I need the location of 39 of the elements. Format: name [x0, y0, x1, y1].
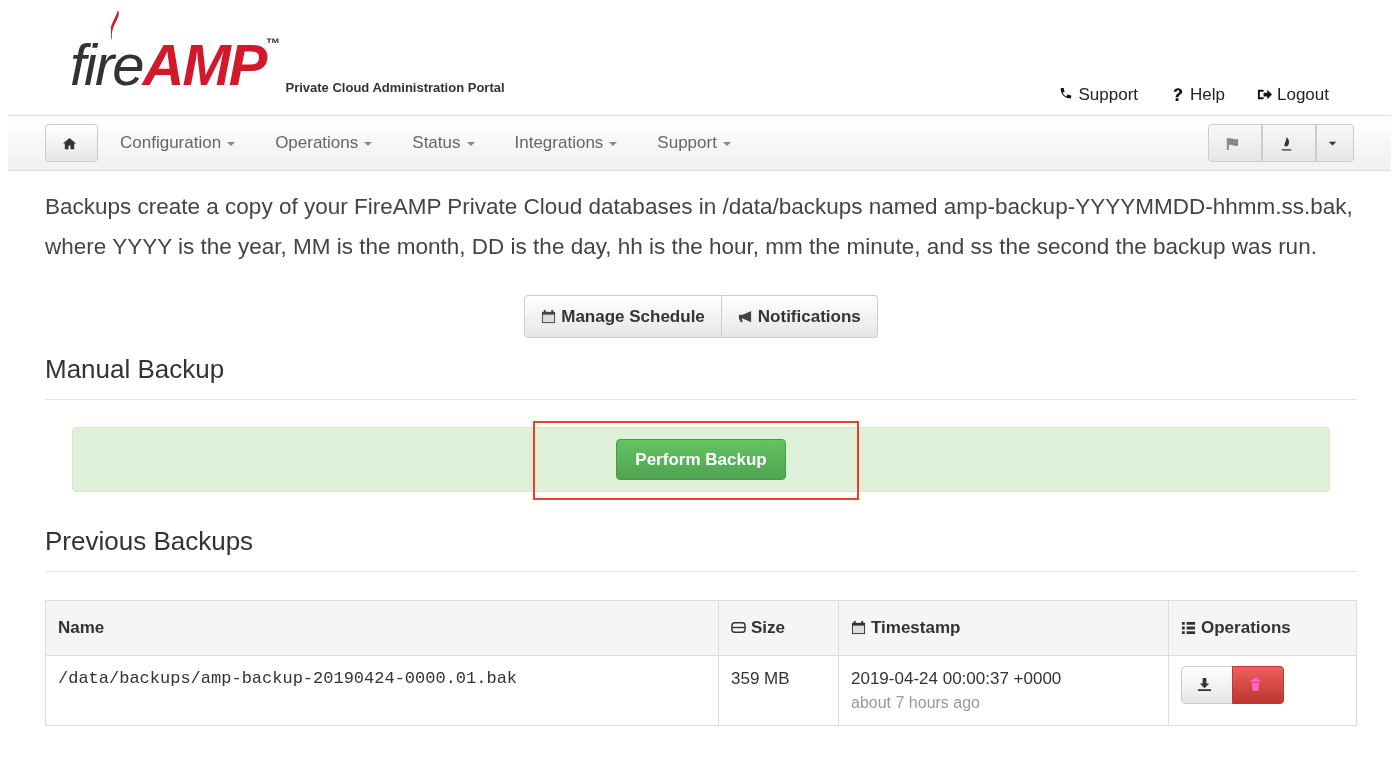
list-icon [1181, 620, 1196, 635]
header-link[interactable]: Help [1170, 85, 1225, 104]
home-icon [61, 135, 77, 151]
nav-menu[interactable]: Operations [275, 130, 373, 156]
download-button[interactable] [1181, 665, 1233, 704]
home-button[interactable] [45, 124, 98, 162]
timestamp: 2019-04-24 00:00:37 +0000 [851, 667, 1063, 690]
logout-icon [1257, 87, 1272, 102]
nav-menu[interactable]: Configuration [120, 130, 236, 156]
column-header: Name [45, 600, 719, 655]
intro-text: Backups create a copy of your FireAMP Private Cloud databases in /data/backups named amp-backup-YYYYMMDD-hhmm.ss.bak, where YYYY is the year, MM is the month, DD is the day, hh is the hour, mm the minute, and ss the second the backup was run. [45, 193, 1354, 261]
flame-icon [1279, 135, 1294, 151]
logo: fireAMP™ [70, 36, 280, 99]
column-header: Timestamp [838, 600, 1169, 655]
column-header: Operations [1168, 600, 1357, 655]
table-cell: /data/backups/amp-backup-20190424-0000.01.bak [45, 655, 719, 726]
toolbar-button[interactable] [1262, 124, 1316, 162]
flag-icon [1225, 135, 1240, 151]
download-icon [1197, 676, 1212, 692]
calendar-icon [851, 620, 866, 635]
calendar-icon [541, 308, 557, 324]
action-button[interactable]: Notifications [721, 295, 878, 338]
section-heading: Previous Backups [45, 522, 1357, 572]
section-heading: Manual Backup [45, 350, 1357, 400]
nav-menu[interactable]: Status [412, 130, 475, 156]
column-header: Size [718, 600, 839, 655]
toolbar-button[interactable] [1208, 124, 1262, 162]
portal-subtitle: Private Cloud Administration Portal [285, 79, 505, 97]
relative-time: about 7 hours ago [851, 693, 981, 713]
drive-icon [731, 620, 746, 635]
delete-button[interactable] [1232, 665, 1284, 704]
megaphone-icon [737, 308, 753, 324]
nav-menu[interactable]: Support [657, 130, 731, 156]
header-link[interactable]: Logout [1257, 85, 1329, 104]
nav-menu[interactable]: Integrations [514, 130, 618, 156]
trash-icon [1248, 676, 1263, 692]
action-button[interactable]: Manage Schedule [524, 295, 722, 338]
table-cell: 359 MB [718, 655, 839, 726]
header-link[interactable]: Support [1058, 85, 1139, 104]
